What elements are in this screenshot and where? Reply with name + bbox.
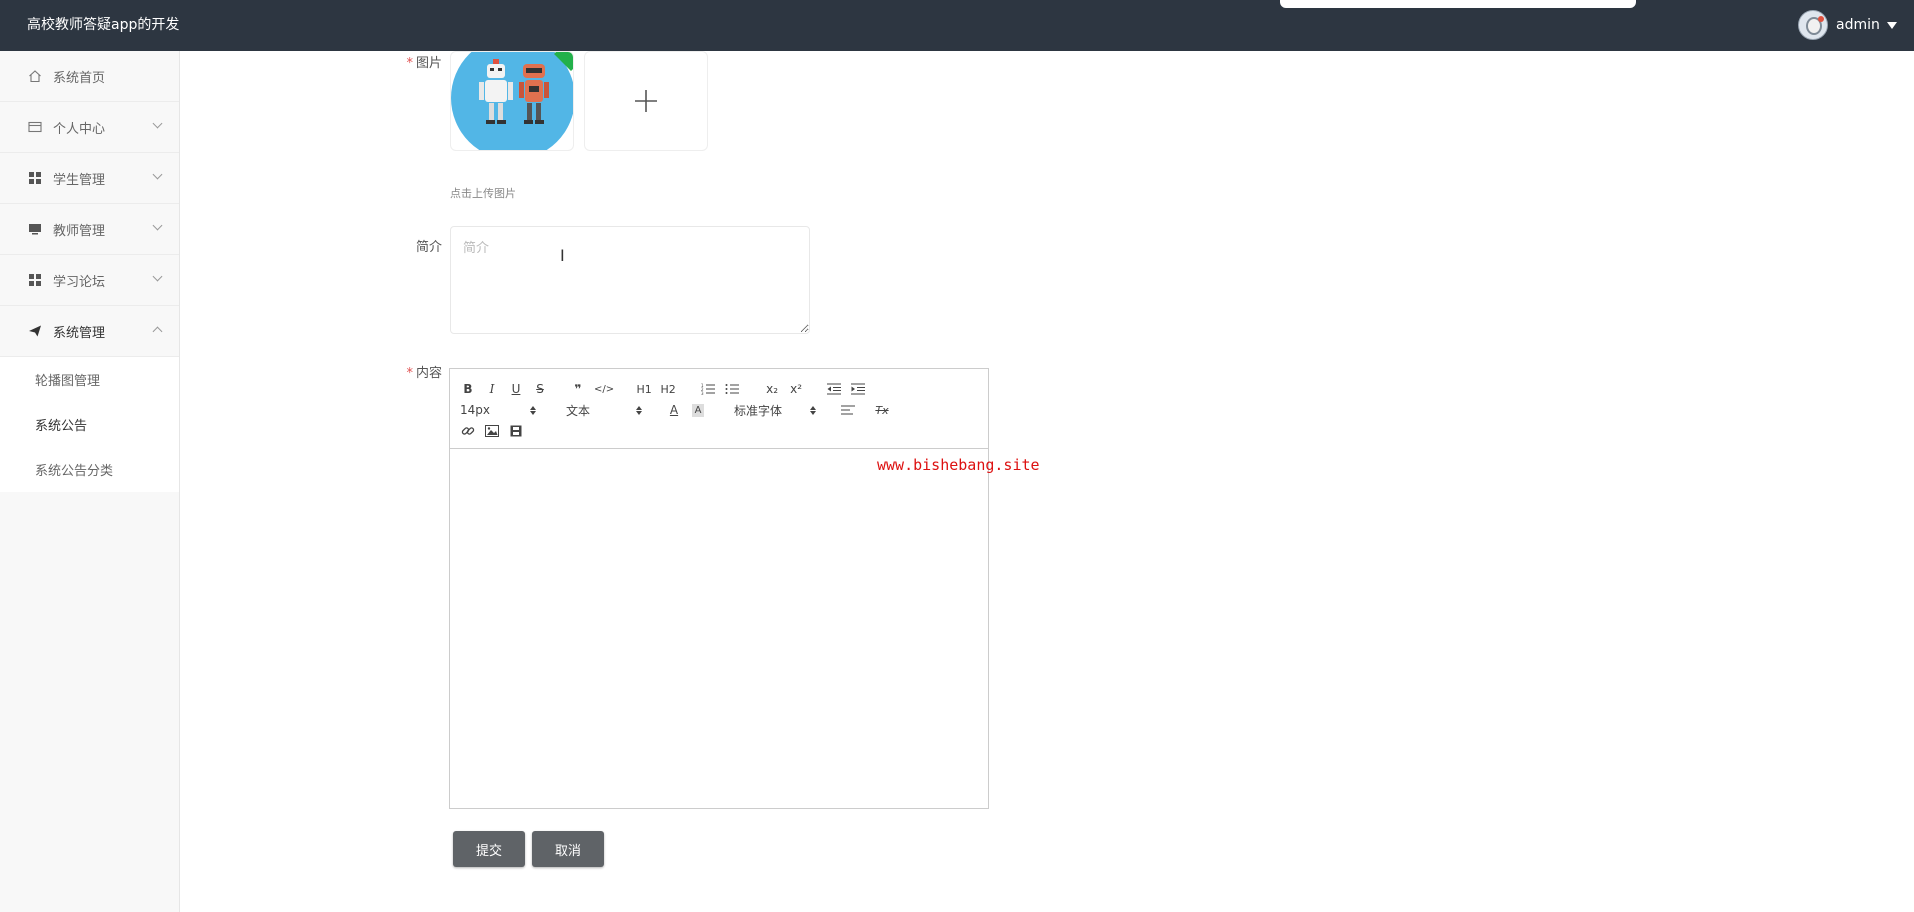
sidebar-item-label: 系统管理	[53, 325, 106, 341]
superscript-button[interactable]: x²	[788, 380, 804, 398]
sidebar-item-home[interactable]: 系统首页	[0, 51, 179, 102]
editor-toolbar: B I U S ❞ </> H1 H2 123 x₂ x² 14px 文本 A …	[450, 369, 988, 449]
plus-icon	[635, 90, 657, 112]
watermark-text: www.bishebang.site	[877, 456, 1040, 474]
required-mark: *	[406, 366, 413, 381]
user-menu[interactable]: admin	[1798, 9, 1897, 41]
grid-icon	[27, 272, 43, 288]
sidebar-subitem-announcement-categories[interactable]: 系统公告分类	[0, 447, 179, 492]
sidebar-item-student-management[interactable]: 学生管理	[0, 153, 179, 204]
clear-format-button[interactable]: Tx	[874, 401, 890, 419]
chevron-down-icon	[152, 271, 163, 282]
upload-hint: 点击上传图片	[450, 187, 516, 200]
image-icon[interactable]	[484, 422, 500, 440]
font-color-button[interactable]: A	[666, 401, 682, 419]
submit-button[interactable]: 提交	[453, 831, 525, 867]
sidebar-item-label: 系统首页	[53, 70, 106, 86]
grid-icon	[27, 170, 43, 186]
indent-icon[interactable]	[850, 380, 866, 398]
editor-content-area[interactable]	[450, 450, 988, 808]
username[interactable]: admin	[1836, 17, 1880, 33]
bold-button[interactable]: B	[460, 380, 476, 398]
app-title: 高校教师答疑app的开发	[27, 17, 180, 33]
chevron-down-icon	[152, 118, 163, 129]
sidebar: 系统首页 个人中心 学生管理 教师管理 学习论坛 系统管理 轮播图管理 系统公告…	[0, 51, 180, 912]
home-icon	[27, 68, 43, 84]
header-select[interactable]: 文本	[566, 401, 642, 419]
link-icon[interactable]	[460, 422, 476, 440]
sidebar-item-label: 教师管理	[53, 223, 106, 239]
underline-button[interactable]: U	[508, 380, 524, 398]
font-size-select[interactable]: 14px	[460, 401, 536, 419]
caret-down-icon[interactable]	[1886, 21, 1897, 29]
sidebar-item-personal-center[interactable]: 个人中心	[0, 102, 179, 153]
content-label: * 内容	[406, 366, 442, 381]
header-1-button[interactable]: H1	[636, 380, 652, 398]
font-family-select[interactable]: 标准字体	[734, 401, 816, 419]
svg-text:3: 3	[701, 391, 704, 395]
rich-text-editor: B I U S ❞ </> H1 H2 123 x₂ x² 14px 文本 A …	[449, 368, 989, 809]
subscript-button[interactable]: x₂	[764, 380, 780, 398]
align-left-icon[interactable]	[840, 401, 856, 419]
uploaded-image-thumbnail[interactable]	[450, 51, 574, 151]
avatar[interactable]	[1798, 10, 1828, 40]
text-cursor-icon: I	[560, 246, 565, 265]
header-2-button[interactable]: H2	[660, 380, 676, 398]
bullet-list-icon[interactable]	[724, 380, 740, 398]
italic-button[interactable]: I	[484, 380, 500, 398]
sidebar-item-study-forum[interactable]: 学习论坛	[0, 255, 179, 306]
image-label: * 图片	[406, 56, 442, 71]
sidebar-subitem-label: 轮播图管理	[35, 374, 101, 389]
required-mark: *	[406, 56, 413, 71]
system-submenu: 轮播图管理 系统公告 系统公告分类	[0, 357, 179, 492]
select-arrows-icon	[636, 405, 642, 415]
robots-image	[451, 52, 573, 150]
ordered-list-icon[interactable]: 123	[700, 380, 716, 398]
sidebar-subitem-announcements[interactable]: 系统公告	[0, 402, 179, 447]
strike-button[interactable]: S	[532, 380, 548, 398]
sidebar-subitem-label: 系统公告	[35, 419, 88, 434]
video-icon[interactable]	[508, 422, 524, 440]
id-card-icon	[27, 119, 43, 135]
intro-textarea[interactable]	[450, 226, 810, 334]
outdent-icon[interactable]	[826, 380, 842, 398]
background-color-button[interactable]: A	[692, 403, 704, 417]
sidebar-subitem-label: 系统公告分类	[35, 464, 114, 479]
select-arrows-icon	[530, 405, 536, 415]
chevron-up-icon	[152, 326, 163, 337]
sidebar-item-teacher-management[interactable]: 教师管理	[0, 204, 179, 255]
paper-plane-icon	[27, 323, 43, 339]
sidebar-item-system-management[interactable]: 系统管理	[0, 306, 179, 357]
intro-label: 简介	[415, 240, 442, 255]
monitor-icon	[27, 221, 43, 237]
blockquote-button[interactable]: ❞	[570, 380, 586, 398]
select-arrows-icon	[810, 405, 816, 415]
sidebar-item-label: 学习论坛	[53, 274, 106, 290]
sidebar-item-label: 学生管理	[53, 172, 106, 188]
code-block-button[interactable]: </>	[594, 380, 614, 398]
chevron-down-icon	[152, 220, 163, 231]
sidebar-item-label: 个人中心	[53, 121, 106, 137]
top-bar: 高校教师答疑app的开发 admin	[0, 0, 1914, 51]
chevron-down-icon	[152, 169, 163, 180]
cancel-button[interactable]: 取消	[532, 831, 604, 867]
image-upload-button[interactable]	[584, 51, 708, 151]
sidebar-subitem-carousel[interactable]: 轮播图管理	[0, 357, 179, 402]
top-search-box[interactable]	[1280, 0, 1636, 8]
